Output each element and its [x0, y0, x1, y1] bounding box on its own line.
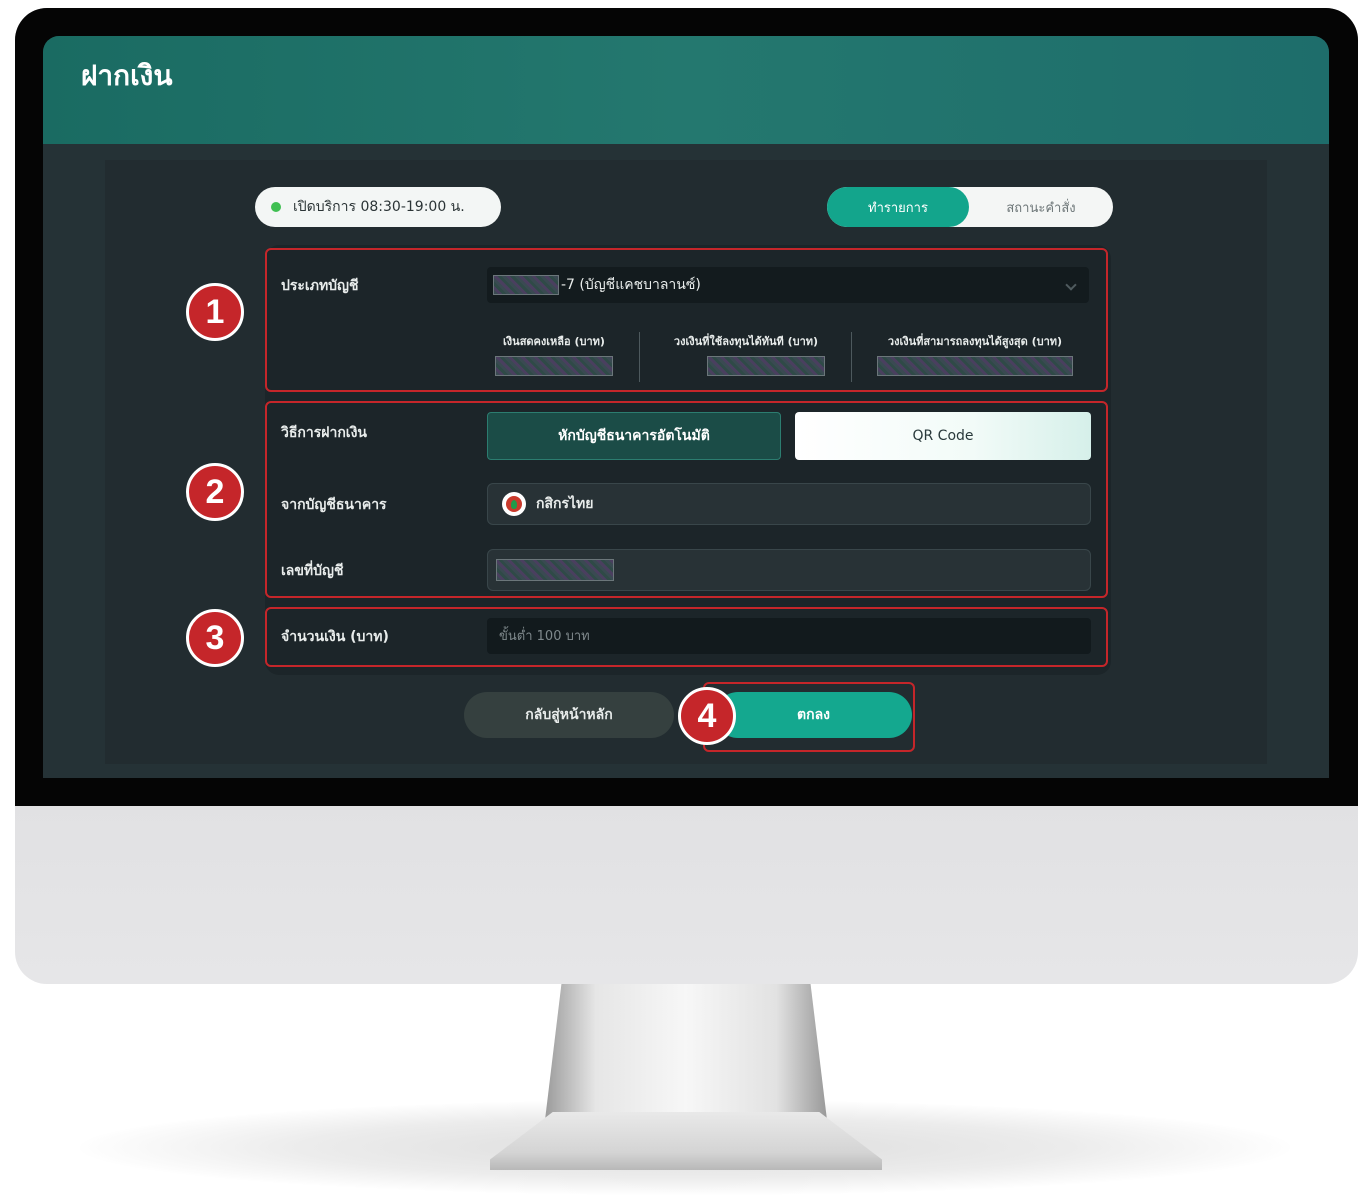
monitor-frame: ฝากเงิน เปิดบริการ 08:30-19:00 น. ทำรายก… — [15, 8, 1358, 984]
service-hours-badge: เปิดบริการ 08:30-19:00 น. — [255, 187, 501, 227]
tab-transaction[interactable]: ทำรายการ — [827, 187, 969, 227]
callout-badge-1: 1 — [186, 283, 244, 341]
tab-order-status[interactable]: สถานะคำสั่ง — [969, 187, 1113, 227]
monitor-stand-base — [490, 1112, 882, 1170]
callout-badge-2: 2 — [186, 463, 244, 521]
page-title: ฝากเงิน — [81, 59, 173, 92]
monitor-stand-neck — [545, 980, 827, 1120]
monitor-bezel: ฝากเงิน เปิดบริการ 08:30-19:00 น. ทำรายก… — [15, 8, 1358, 806]
tab-switch: ทำรายการ สถานะคำสั่ง — [827, 187, 1113, 227]
app-screen: ฝากเงิน เปิดบริการ 08:30-19:00 น. ทำรายก… — [43, 36, 1329, 778]
status-dot-icon — [271, 202, 281, 212]
service-hours-text: เปิดบริการ 08:30-19:00 น. — [293, 199, 465, 215]
callout-box-2 — [265, 401, 1108, 598]
deposit-panel: เปิดบริการ 08:30-19:00 น. ทำรายการ สถานะ… — [105, 160, 1267, 764]
callout-badge-4: 4 — [678, 687, 736, 745]
app-header: ฝากเงิน — [43, 36, 1329, 144]
back-to-home-button[interactable]: กลับสู่หน้าหลัก — [464, 692, 674, 738]
callout-box-3 — [265, 607, 1108, 667]
callout-box-1 — [265, 248, 1108, 392]
callout-badge-3: 3 — [186, 609, 244, 667]
